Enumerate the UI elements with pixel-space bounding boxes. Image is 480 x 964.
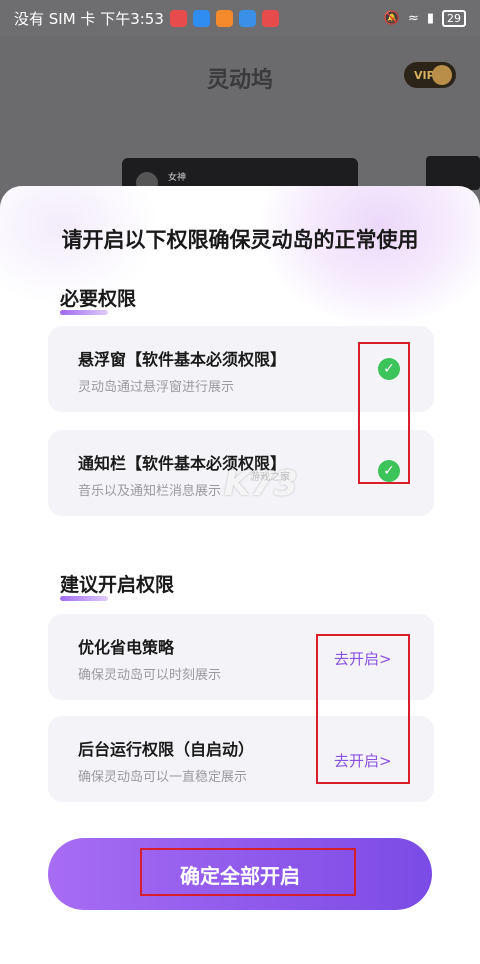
notification-app-icon (261, 9, 279, 27)
battery-icon: 29 (442, 9, 466, 27)
vip-badge: VIP (404, 62, 456, 88)
notification-app-icon (238, 9, 256, 27)
notification-app-icon (192, 9, 210, 27)
permission-subtitle: 确保灵动岛可以时刻展示 (78, 668, 222, 683)
preview-card-name: 女神 (168, 173, 187, 183)
title-underline (60, 310, 108, 315)
status-left: 没有 SIM 卡 下午3:53 (14, 8, 279, 29)
section-title-suggested: 建议开启权限 (60, 570, 175, 601)
preview-card-secondary (426, 156, 480, 190)
section-title-required: 必要权限 (60, 284, 137, 315)
status-bar: 没有 SIM 卡 下午3:53 🔕 ≈ ▮ 29 (0, 0, 480, 36)
permission-title: 优化省电策略 (78, 638, 175, 657)
notification-app-icon (169, 9, 187, 27)
highlight-box (316, 634, 410, 784)
section-title-text: 必要权限 (60, 288, 137, 310)
permission-title: 悬浮窗【软件基本必须权限】 (78, 350, 287, 369)
carrier-time: 没有 SIM 卡 下午3:53 (14, 9, 164, 28)
status-right: 🔕 ≈ ▮ 29 (383, 9, 466, 27)
permission-subtitle: 灵动岛通过悬浮窗进行展示 (78, 380, 235, 395)
watermark-text: 游戏之家 (250, 472, 290, 483)
decorative-glow (260, 186, 480, 326)
highlight-box (140, 848, 356, 896)
permission-title: 后台运行权限（自启动） (78, 740, 255, 759)
permission-subtitle: 确保灵动岛可以一直稳定展示 (78, 770, 248, 785)
wifi-icon: ≈ (407, 10, 419, 26)
permission-subtitle: 音乐以及通知栏消息展示 (78, 484, 222, 499)
section-title-text: 建议开启权限 (60, 574, 175, 596)
alert-icon: ▮ (426, 10, 434, 26)
background-app: 灵动坞 VIP 女神 (0, 36, 480, 214)
sheet-title: 请开启以下权限确保灵动岛的正常使用 (61, 228, 419, 252)
title-underline (60, 596, 108, 601)
notification-app-icon (215, 9, 233, 27)
permission-sheet: 请开启以下权限确保灵动岛的正常使用 必要权限 悬浮窗【软件基本必须权限】 灵动岛… (0, 186, 480, 964)
highlight-box (358, 342, 410, 484)
mute-icon: 🔕 (383, 10, 400, 26)
